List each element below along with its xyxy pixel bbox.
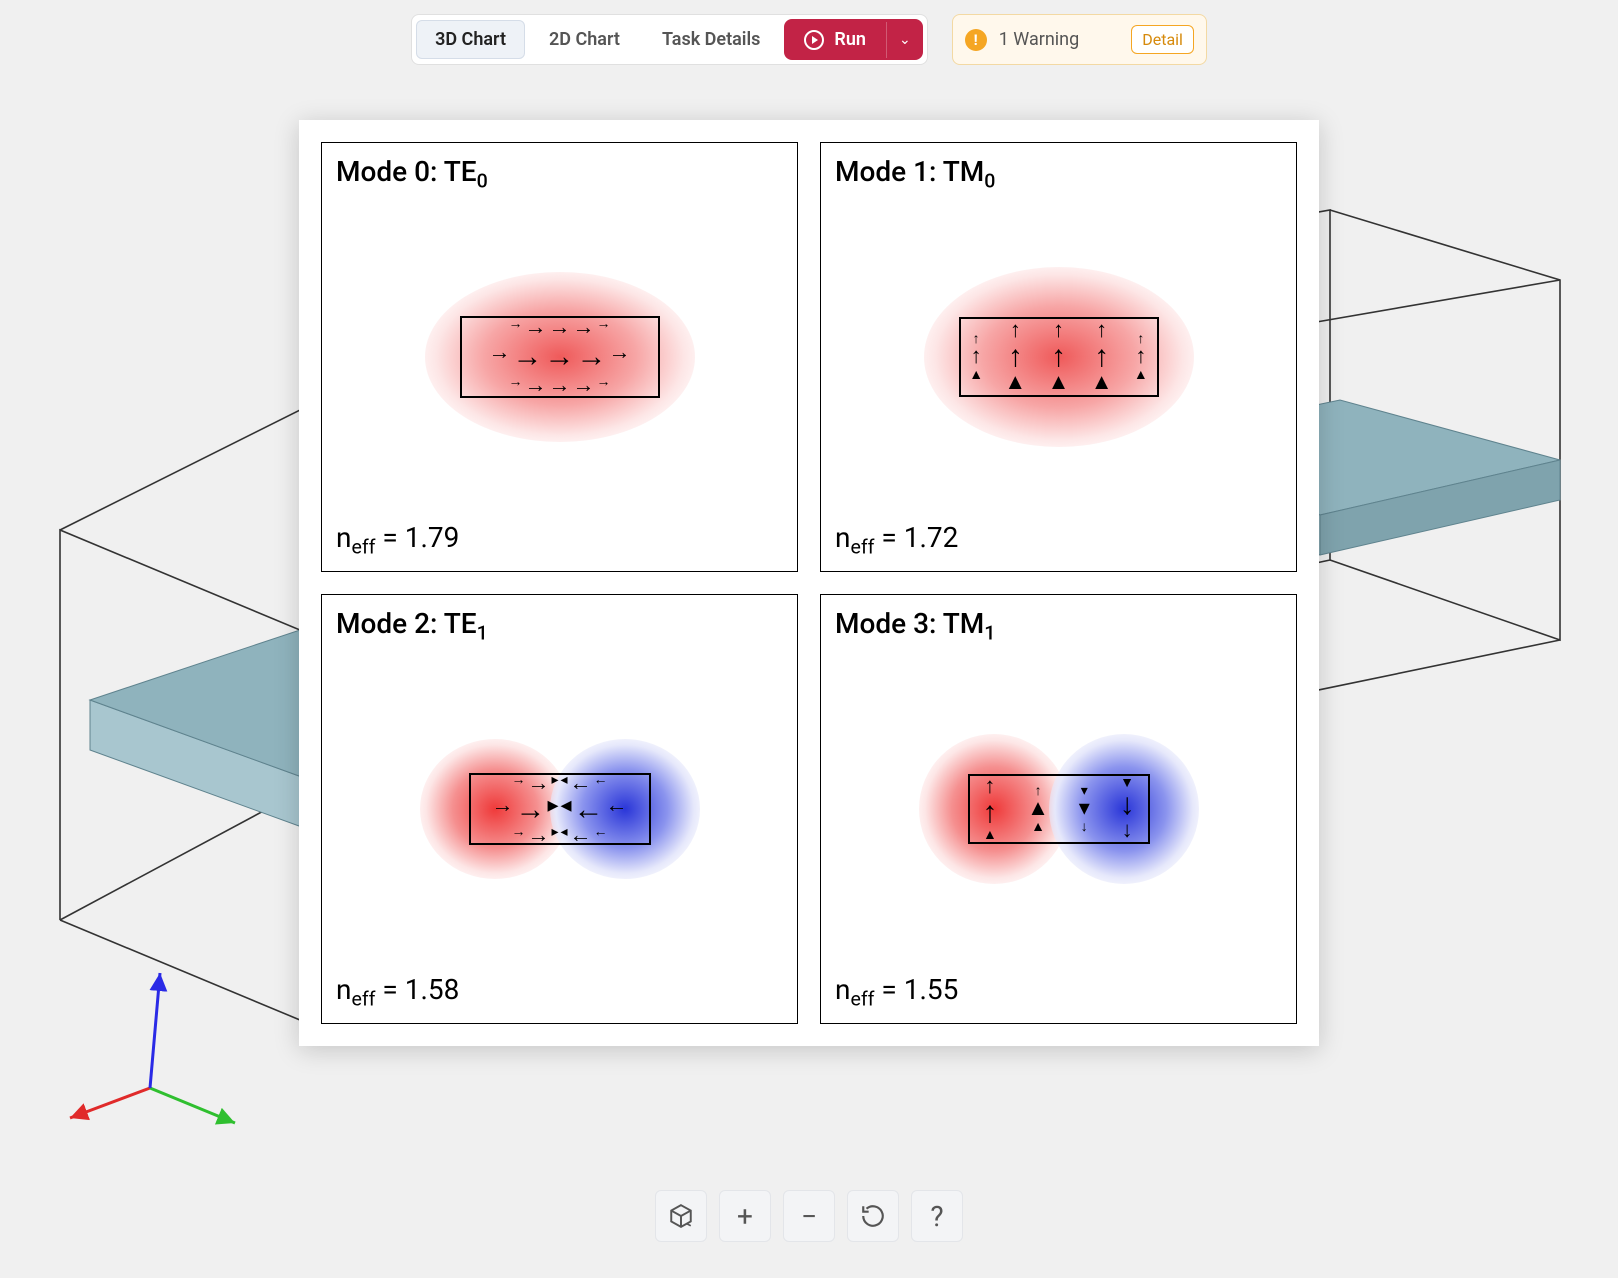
- view-tabs: 3D Chart 2D Chart Task Details Run ⌄: [411, 14, 928, 65]
- mode-neff: neff = 1.55: [835, 973, 958, 1011]
- refresh-icon: [860, 1203, 886, 1229]
- mode-neff: neff = 1.79: [336, 521, 459, 559]
- tab-label: 2D Chart: [549, 29, 620, 50]
- mode-field-plot: →→→→→ →→→→→ →→→→→: [410, 257, 710, 457]
- warning-detail-button[interactable]: Detail: [1131, 25, 1194, 54]
- mode-neff: neff = 1.72: [835, 521, 958, 559]
- mode-cell-3: Mode 3: TM1 ↑↑▲ ↑▲▲ ▾▾↓ ▼↓↓: [820, 594, 1297, 1024]
- tab-label: Task Details: [662, 29, 760, 50]
- run-dropdown[interactable]: ⌄: [886, 22, 923, 58]
- reset-view-button[interactable]: [847, 1190, 899, 1242]
- mode-cell-1: Mode 1: TM0 ↑↑▲ ↑↑▲ ↑↑▲ ↑↑▲ ↑↑▲: [820, 142, 1297, 572]
- zoom-out-button[interactable]: −: [783, 1190, 835, 1242]
- mode-title: Mode 3: TM1: [835, 607, 995, 645]
- axis-z-icon: [150, 973, 160, 1088]
- help-button[interactable]: ?: [911, 1190, 963, 1242]
- tab-label: 3D Chart: [435, 29, 506, 50]
- cube-icon: [668, 1203, 694, 1229]
- mode-overlay: Mode 0: TE0 →→→→→ →→→→→ →→→→→ neff = 1.7…: [299, 120, 1319, 1046]
- mode-field-plot: ↑↑▲ ↑▲▲ ▾▾↓ ▼↓↓: [909, 709, 1209, 909]
- mode-field-plot: ↑↑▲ ↑↑▲ ↑↑▲ ↑↑▲ ↑↑▲: [909, 257, 1209, 457]
- tab-3d-chart[interactable]: 3D Chart: [416, 20, 525, 59]
- zoom-in-button[interactable]: +: [719, 1190, 771, 1242]
- chevron-down-icon: ⌄: [899, 32, 911, 48]
- mode-cell-0: Mode 0: TE0 →→→→→ →→→→→ →→→→→ neff = 1.7…: [321, 142, 798, 572]
- view-cube-button[interactable]: [655, 1190, 707, 1242]
- detail-label: Detail: [1142, 30, 1183, 49]
- mode-title: Mode 2: TE1: [336, 607, 488, 645]
- run-button[interactable]: Run ⌄: [784, 19, 922, 60]
- warning-text: 1 Warning: [999, 29, 1120, 50]
- mode-title: Mode 1: TM0: [835, 155, 995, 193]
- warning-banner: ! 1 Warning Detail: [952, 14, 1207, 65]
- tab-2d-chart[interactable]: 2D Chart: [531, 21, 638, 58]
- axis-triad: [50, 948, 250, 1148]
- run-label: Run: [834, 29, 866, 50]
- axis-x-icon: [70, 1088, 150, 1118]
- axis-y-icon: [150, 1088, 235, 1123]
- play-icon: [804, 30, 824, 50]
- plus-icon: +: [737, 1200, 753, 1233]
- mode-field-plot: →→▸ ◂←← →→▸ ◂←← →→▸ ◂←←: [410, 709, 710, 909]
- minus-icon: −: [801, 1200, 817, 1233]
- mode-neff: neff = 1.58: [336, 973, 459, 1011]
- top-toolbar: 3D Chart 2D Chart Task Details Run ⌄ ! 1…: [0, 14, 1618, 65]
- run-main[interactable]: Run: [784, 19, 886, 60]
- mode-cell-2: Mode 2: TE1 →→▸ ◂←← →→▸ ◂←← →→▸ ◂←←: [321, 594, 798, 1024]
- question-icon: ?: [930, 1200, 943, 1233]
- warning-icon: !: [965, 29, 987, 51]
- view-controls: + − ?: [655, 1190, 963, 1242]
- mode-title: Mode 0: TE0: [336, 155, 488, 193]
- tab-task-details[interactable]: Task Details: [644, 21, 778, 58]
